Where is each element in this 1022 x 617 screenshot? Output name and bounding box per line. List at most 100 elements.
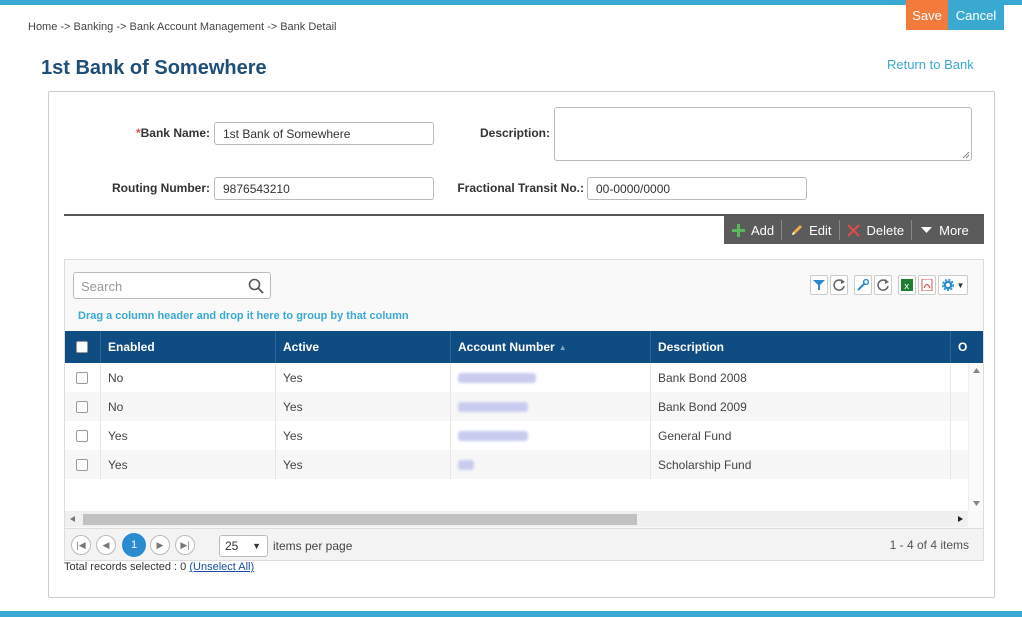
first-page-button[interactable]: |◀	[71, 535, 91, 555]
cell-overflow	[951, 421, 968, 450]
cell-description: Scholarship Fund	[651, 450, 951, 479]
table-row[interactable]: Yes Yes Scholarship Fund	[65, 450, 968, 479]
add-button-label: Add	[751, 222, 775, 238]
cell-description: General Fund	[651, 421, 951, 450]
row-checkbox[interactable]	[76, 400, 88, 413]
page-size-select[interactable]: 25 ▼	[219, 535, 268, 557]
table-row[interactable]: No Yes Bank Bond 2008	[65, 363, 968, 392]
grid-tool-icons: x ▼	[810, 275, 968, 295]
horizontal-scrollbar[interactable]	[65, 511, 968, 527]
redacted-account-number	[458, 372, 536, 383]
selected-records-summary: Total records selected : 0 (Unselect All…	[64, 561, 254, 573]
select-all-checkbox[interactable]	[76, 341, 88, 353]
chevron-down-icon: ▼	[252, 541, 261, 551]
last-page-button[interactable]: ▶|	[175, 535, 195, 555]
scroll-arrows-icon	[973, 368, 980, 506]
row-checkbox[interactable]	[76, 371, 88, 384]
sort-ascending-icon: ▲	[558, 342, 567, 352]
gear-caret-icon: ▼	[956, 280, 965, 290]
cell-description: Bank Bond 2008	[651, 363, 951, 392]
routing-number-input[interactable]: 9876543210	[214, 177, 434, 200]
vertical-scrollbar[interactable]	[968, 363, 983, 511]
cell-active: Yes	[276, 392, 451, 421]
bank-name-label-text: Bank Name:	[140, 126, 210, 140]
cell-account-number	[451, 363, 651, 392]
delete-button[interactable]: Delete	[840, 216, 912, 244]
cancel-button[interactable]: Cancel	[948, 0, 1004, 30]
redacted-account-number	[458, 459, 474, 470]
svg-text:x: x	[904, 282, 910, 291]
redacted-account-number	[458, 430, 528, 441]
bank-name-input[interactable]: 1st Bank of Somewhere	[214, 122, 434, 145]
row-select-cell	[65, 450, 101, 479]
refresh-layout-icon[interactable]	[874, 275, 892, 295]
routing-number-label: Routing Number:	[112, 181, 210, 195]
delete-button-label: Delete	[866, 222, 905, 238]
cell-enabled: Yes	[101, 421, 276, 450]
excel-export-icon[interactable]: x	[898, 275, 916, 295]
cell-description: Bank Bond 2009	[651, 392, 951, 421]
save-button[interactable]: Save	[906, 0, 948, 30]
page-title: 1st Bank of Somewhere	[41, 57, 267, 79]
unselect-all-link[interactable]: (Unselect All)	[189, 561, 254, 573]
prev-page-button[interactable]: ◀	[96, 535, 116, 555]
search-icon[interactable]	[248, 278, 264, 294]
more-button[interactable]: More	[912, 216, 976, 244]
more-button-label: More	[939, 222, 969, 238]
column-header-account-number[interactable]: Account Number ▲	[451, 331, 651, 363]
cell-account-number	[451, 421, 651, 450]
cell-active: Yes	[276, 421, 451, 450]
refresh-filter-icon[interactable]	[830, 275, 848, 295]
return-to-bank-link[interactable]: Return to Bank	[887, 57, 974, 72]
redacted-account-number	[458, 401, 528, 412]
group-by-hint: Drag a column header and drop it here to…	[78, 310, 409, 322]
grid-search-input[interactable]: Search	[73, 272, 271, 299]
page-number-button[interactable]: 1	[122, 533, 146, 557]
search-placeholder: Search	[81, 279, 123, 294]
account-number-header-label: Account Number	[458, 340, 555, 354]
pdf-export-icon[interactable]	[918, 275, 936, 295]
accounts-grid: Search x ▼ Drag a column header and drop…	[64, 259, 984, 561]
pager-info: 1 - 4 of 4 items	[889, 538, 969, 552]
cell-enabled: No	[101, 392, 276, 421]
cell-active: Yes	[276, 450, 451, 479]
row-select-cell	[65, 421, 101, 450]
cell-enabled: Yes	[101, 450, 276, 479]
column-header-description[interactable]: Description	[651, 331, 951, 363]
fractional-transit-input[interactable]: 00-0000/0000	[587, 177, 807, 200]
description-textarea[interactable]	[554, 107, 972, 161]
add-button[interactable]: Add	[724, 216, 781, 244]
column-header-enabled[interactable]: Enabled	[101, 331, 276, 363]
row-checkbox[interactable]	[76, 429, 88, 442]
cell-enabled: No	[101, 363, 276, 392]
caret-down-icon	[919, 223, 933, 237]
grid-header-row: Enabled Active Account Number ▲ Descripti…	[65, 331, 983, 363]
filter-icon[interactable]	[810, 275, 828, 295]
cell-overflow	[951, 363, 968, 392]
breadcrumb: Home -> Banking -> Bank Account Manageme…	[28, 21, 337, 33]
cell-account-number	[451, 392, 651, 421]
bank-name-label: *Bank Name:	[100, 126, 210, 140]
cell-active: Yes	[276, 363, 451, 392]
row-select-cell	[65, 363, 101, 392]
page-size-value: 25	[225, 539, 239, 553]
column-header-overflow[interactable]: O	[951, 331, 983, 363]
grid-body: No Yes Bank Bond 2008 No Yes Bank Bond 2…	[65, 363, 968, 511]
select-all-header	[65, 331, 101, 363]
delete-x-icon	[847, 223, 861, 237]
edit-button-label: Edit	[809, 222, 832, 238]
column-header-active[interactable]: Active	[276, 331, 451, 363]
row-select-cell	[65, 392, 101, 421]
row-checkbox[interactable]	[76, 458, 88, 471]
grid-action-toolbar: Add Edit Delete More	[724, 216, 984, 244]
table-row[interactable]: Yes Yes General Fund	[65, 421, 968, 450]
wrench-icon[interactable]	[854, 275, 872, 295]
next-page-button[interactable]: ▶	[150, 535, 170, 555]
edit-button[interactable]: Edit	[782, 216, 838, 244]
gear-icon[interactable]: ▼	[938, 275, 968, 295]
fractional-transit-label: Fractional Transit No.:	[457, 181, 584, 195]
table-row[interactable]: No Yes Bank Bond 2009	[65, 392, 968, 421]
pencil-icon	[789, 223, 803, 237]
resize-handle-icon[interactable]	[962, 151, 970, 159]
horizontal-scroll-thumb[interactable]	[83, 514, 637, 525]
